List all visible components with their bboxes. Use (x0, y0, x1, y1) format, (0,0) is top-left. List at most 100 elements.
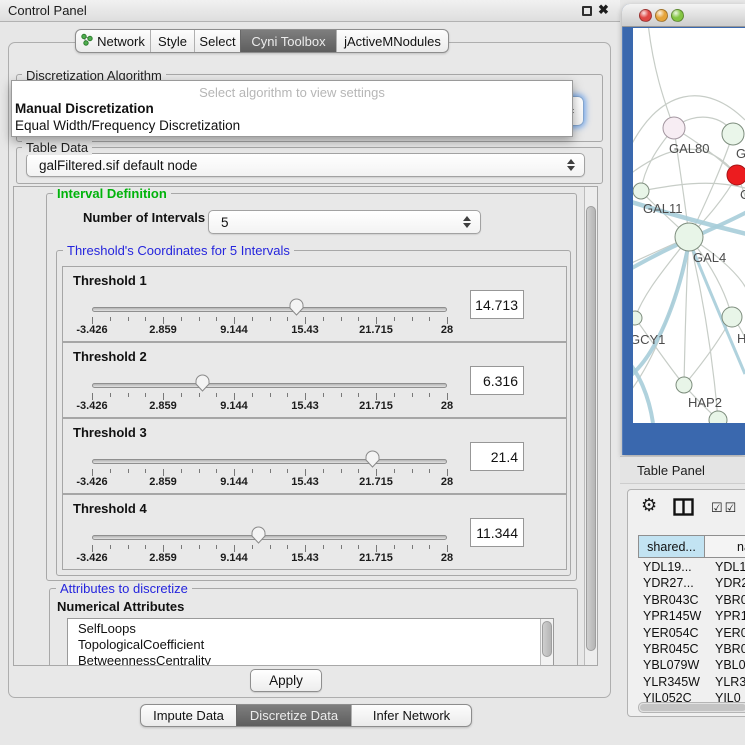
table-row[interactable]: YLR345WYLR3 (638, 674, 745, 690)
slider-thumb[interactable] (251, 526, 266, 544)
threshold-value-field[interactable]: 21.4 (470, 442, 524, 471)
tab-jactivemnodules[interactable]: jActiveMNodules (336, 30, 448, 52)
list-item[interactable]: TopologicalCoefficient (68, 637, 553, 653)
network-window-titlebar[interactable] (622, 4, 745, 27)
tab-infer-network[interactable]: Infer Network (351, 705, 471, 726)
tick-mark (305, 469, 306, 476)
table-row[interactable]: YDL19...YDL1 (638, 559, 745, 575)
tab-select[interactable]: Select (194, 30, 240, 52)
network-node[interactable] (663, 117, 685, 139)
tab-discretize-data[interactable]: Discretize Data (236, 705, 351, 726)
tick-mark (376, 469, 377, 476)
table-row[interactable]: YBL079WYBL0 (638, 657, 745, 673)
network-node[interactable] (727, 165, 745, 185)
slider-track[interactable] (92, 459, 447, 464)
dropdown-option-equal-width[interactable]: Equal Width/Frequency Discretization (12, 117, 572, 134)
table-row[interactable]: YPR145WYPR1 (638, 608, 745, 624)
slider-thumb[interactable] (365, 450, 380, 468)
network-canvas[interactable]: GAL80GACGAL11GAL4GCY1HHAP2 (633, 28, 745, 423)
list-item[interactable]: BetweennessCentrality (68, 653, 553, 666)
network-view-window[interactable]: GAL80GACGAL11GAL4GCY1HHAP2 (622, 4, 745, 455)
close-icon[interactable]: ✖ (598, 2, 609, 18)
tick-mark (216, 545, 217, 549)
close-traffic-light-icon[interactable] (639, 9, 652, 22)
table-row[interactable]: YER054CYER0 (638, 625, 745, 641)
scrollbar-thumb[interactable] (586, 206, 596, 651)
tick-mark (181, 469, 182, 473)
table-row[interactable]: YDR27...YDR2 (638, 575, 745, 591)
split-column-icon[interactable] (673, 498, 694, 522)
settings-scrollpane: Interval Definition Number of Intervals … (13, 186, 598, 666)
tick-mark (412, 469, 413, 473)
tick-mark (128, 469, 129, 473)
scrollbar-thumb[interactable] (640, 704, 745, 711)
slider-track[interactable] (92, 307, 447, 312)
settings-scrollbar[interactable] (584, 187, 597, 665)
slider-track[interactable] (92, 383, 447, 388)
tick-mark (163, 317, 164, 324)
network-node[interactable] (675, 223, 703, 251)
tick-mark (252, 469, 253, 473)
table-row[interactable]: YBR045CYBR0 (638, 641, 745, 657)
network-node-label: HAP2 (688, 395, 722, 410)
threshold-value-field[interactable]: 6.316 (470, 366, 524, 395)
network-node[interactable] (633, 183, 649, 199)
table-horizontal-scrollbar[interactable] (638, 702, 745, 713)
minimize-traffic-light-icon[interactable] (655, 9, 668, 22)
network-node[interactable] (709, 411, 727, 423)
slider-thumb[interactable] (289, 298, 304, 316)
network-node[interactable] (722, 307, 742, 327)
number-of-intervals-combobox[interactable]: 5 (208, 210, 481, 234)
tick-mark (252, 545, 253, 549)
threshold-value-field[interactable]: 11.344 (470, 518, 524, 547)
table-cell[interactable]: YBR043C (638, 592, 705, 608)
table-cell[interactable]: YBR045C (638, 641, 705, 657)
table-cell[interactable]: YBR0 (705, 592, 745, 608)
table-cell[interactable]: YPR1 (705, 608, 745, 624)
threshold-label: Threshold 4 (73, 501, 147, 516)
threshold-label: Threshold 1 (73, 273, 147, 288)
tab-style[interactable]: Style (150, 30, 194, 52)
apply-button[interactable]: Apply (250, 669, 322, 692)
table-cell[interactable]: YDL19... (638, 559, 705, 575)
table-cell[interactable]: YBR0 (705, 641, 745, 657)
table-cell[interactable]: YPR145W (638, 608, 705, 624)
tick-mark (110, 545, 111, 549)
tab-cyni-toolbox[interactable]: Cyni Toolbox (240, 30, 336, 52)
table-cell[interactable]: YER054C (638, 625, 705, 641)
table-cell[interactable]: YLR3 (705, 674, 745, 690)
column-header-name[interactable]: na (704, 535, 745, 558)
gear-icon[interactable]: ⚙ (641, 495, 657, 516)
tick-mark (270, 469, 271, 473)
slider-thumb[interactable] (195, 374, 210, 392)
tab-impute-data[interactable]: Impute Data (141, 705, 236, 726)
table-cell[interactable]: YDR27... (638, 575, 705, 591)
float-window-icon[interactable] (582, 6, 592, 16)
threshold-value-field[interactable]: 14.713 (470, 290, 524, 319)
tick-mark (287, 317, 288, 321)
number-of-intervals-label: Number of Intervals (83, 210, 205, 225)
table-row[interactable]: YBR043CYBR0 (638, 592, 745, 608)
scrollbar-thumb[interactable] (542, 621, 552, 657)
table-cell[interactable]: YER0 (705, 625, 745, 641)
table-cell[interactable]: YBL0 (705, 657, 745, 673)
tick-label: 15.43 (291, 552, 319, 564)
table-cell[interactable]: YLR345W (638, 674, 705, 690)
column-header-shared-name[interactable]: shared... (638, 535, 705, 558)
table-data-combobox[interactable]: galFiltered.sif default node (26, 153, 585, 177)
select-columns-icon[interactable]: ☑☑ (711, 500, 738, 516)
table-cell[interactable]: YBL079W (638, 657, 705, 673)
network-node[interactable] (722, 123, 744, 145)
tick-mark (199, 317, 200, 321)
slider-track[interactable] (92, 535, 447, 540)
network-node[interactable] (633, 311, 642, 325)
zoom-traffic-light-icon[interactable] (671, 9, 684, 22)
list-scrollbar[interactable] (540, 619, 553, 666)
network-node[interactable] (676, 377, 692, 393)
dropdown-option-manual[interactable]: Manual Discretization (12, 100, 572, 117)
table-cell[interactable]: YDL1 (705, 559, 745, 575)
table-cell[interactable]: YDR2 (705, 575, 745, 591)
network-node-label: GAL80 (669, 141, 709, 156)
tab-network[interactable]: Network (76, 30, 150, 52)
list-item[interactable]: SelfLoops (68, 621, 553, 637)
